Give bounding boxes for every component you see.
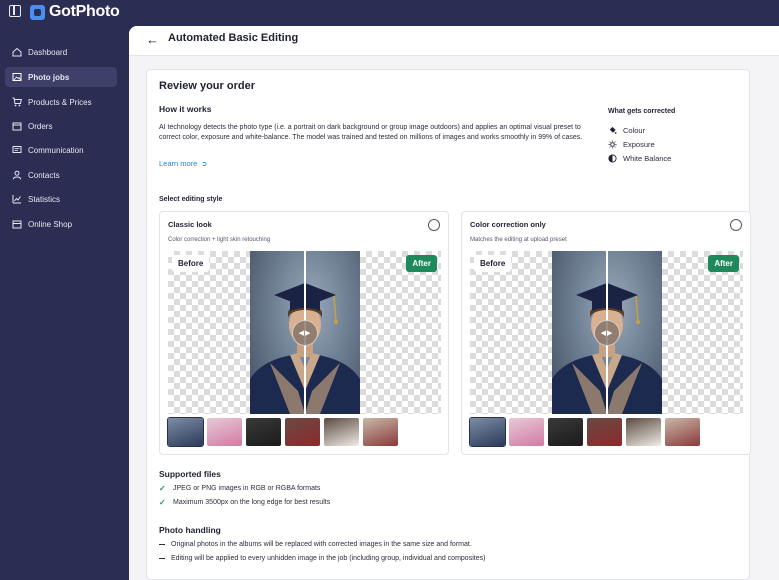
correction-item-colour: Colour	[608, 126, 645, 135]
photo-handling-item: Original photos in the albums will be re…	[159, 541, 472, 548]
thumbnail[interactable]	[324, 418, 359, 446]
sidebar-item-label: Orders	[28, 121, 53, 131]
sidebar-item-communication[interactable]: Communication	[5, 140, 117, 160]
thumbnail[interactable]	[246, 418, 281, 446]
review-card: Review your order How it works AI techno…	[146, 69, 751, 580]
supported-file-item: ✓ JPEG or PNG images in RGB or RGBA form…	[159, 484, 320, 493]
option-color-correction-only[interactable]: Color correction only Matches the editin…	[461, 211, 751, 455]
logo-mark-icon	[30, 4, 45, 20]
check-icon: ✓	[159, 498, 166, 507]
sidebar-item-label: Communication	[28, 145, 84, 155]
page-header: ← Automated Basic Editing	[129, 26, 779, 56]
paint-bucket-icon	[608, 126, 617, 135]
compare-handle-icon[interactable]: ◀▶	[292, 320, 318, 346]
sidebar-item-statistics[interactable]: Statistics	[5, 189, 117, 209]
sidebar-item-label: Dashboard	[28, 47, 68, 57]
back-arrow-icon[interactable]: ←	[146, 32, 159, 47]
what-gets-corrected-title: What gets corrected	[608, 108, 676, 115]
thumbnail[interactable]	[285, 418, 320, 446]
sidebar-item-label: Products & Prices	[28, 97, 92, 107]
select-editing-style-title: Select editing style	[159, 196, 223, 203]
message-icon	[12, 145, 22, 155]
thumbnail[interactable]	[167, 417, 204, 447]
supported-file-text: JPEG or PNG images in RGB or RGBA format…	[173, 485, 321, 492]
before-label: Before	[172, 255, 210, 272]
option-subtitle: Matches the editing at upload preset	[470, 237, 567, 243]
option-subtitle: Color correction + light skin retouching	[168, 237, 271, 243]
option-classic-look[interactable]: Classic look Color correction + light sk…	[159, 211, 449, 455]
radio-button[interactable]	[730, 219, 742, 231]
sidebar-item-label: Online Shop	[28, 219, 73, 229]
supported-file-item: ✓ Maximum 3500px on the long edge for be…	[159, 498, 330, 507]
how-it-works-text: AI technology detects the photo type (i.…	[159, 124, 583, 141]
photo-handling-title: Photo handling	[159, 525, 221, 535]
logo-text: GotPhoto	[49, 3, 120, 20]
correction-label: Colour	[623, 126, 646, 135]
store-icon	[12, 219, 22, 229]
image-icon	[12, 72, 22, 82]
after-label: After	[406, 255, 437, 272]
sidebar-item-dashboard[interactable]: Dashboard	[5, 42, 117, 62]
external-link-icon: ➲	[201, 160, 208, 168]
sidebar-item-label: Photo jobs	[28, 72, 70, 82]
home-icon	[12, 47, 22, 57]
contrast-icon	[608, 154, 617, 163]
check-icon: ✓	[159, 484, 166, 493]
supported-file-text: Maximum 3500px on the long edge for best…	[173, 499, 331, 506]
sidebar: Dashboard Photo jobs Products & Prices O…	[0, 26, 129, 580]
sidebar-item-orders[interactable]: Orders	[5, 116, 117, 136]
sidebar-item-label: Statistics	[28, 194, 61, 204]
thumbnail[interactable]	[665, 418, 700, 446]
cart-icon	[12, 97, 22, 107]
page-title: Automated Basic Editing	[168, 32, 299, 44]
sidebar-item-online-shop[interactable]: Online Shop	[5, 214, 117, 234]
thumbnail[interactable]	[626, 418, 661, 446]
thumbnail[interactable]	[509, 418, 544, 446]
dash-icon	[159, 543, 165, 546]
sidebar-item-photo-jobs[interactable]: Photo jobs	[5, 67, 117, 87]
main-content: ← Automated Basic Editing Review your or…	[129, 26, 779, 580]
review-title: Review your order	[159, 80, 255, 92]
sidebar-item-contacts[interactable]: Contacts	[5, 165, 117, 185]
sidebar-toggle-icon[interactable]	[9, 5, 21, 17]
learn-more-label: Learn more	[159, 159, 198, 168]
thumbnail[interactable]	[548, 418, 583, 446]
photo-handling-item: Editing will be applied to every unhidde…	[159, 555, 485, 562]
top-bar: GotPhoto	[0, 0, 779, 26]
user-icon	[12, 170, 22, 180]
sidebar-item-products-prices[interactable]: Products & Prices	[5, 92, 117, 112]
before-after-compare: ◀▶ Before After	[470, 251, 743, 414]
radio-button[interactable]	[428, 219, 440, 231]
thumbnail-strip	[469, 417, 700, 447]
before-label: Before	[474, 255, 512, 272]
compare-handle-icon[interactable]: ◀▶	[594, 320, 620, 346]
sidebar-item-label: Contacts	[28, 170, 60, 180]
before-after-compare: ◀▶ Before After	[168, 251, 441, 414]
sun-icon	[608, 140, 617, 149]
how-it-works-title: How it works	[159, 104, 212, 114]
thumbnail-strip	[167, 417, 398, 447]
option-title: Classic look	[168, 220, 212, 229]
learn-more-link[interactable]: Learn more ➲	[159, 159, 207, 168]
supported-files-title: Supported files	[159, 469, 221, 479]
option-title: Color correction only	[470, 220, 546, 229]
chart-icon	[12, 194, 22, 204]
dash-icon	[159, 557, 165, 560]
photo-handling-text: Editing will be applied to every unhidde…	[171, 555, 486, 562]
thumbnail[interactable]	[363, 418, 398, 446]
correction-label: Exposure	[623, 140, 655, 149]
thumbnail[interactable]	[207, 418, 242, 446]
after-label: After	[708, 255, 739, 272]
thumbnail[interactable]	[469, 417, 506, 447]
box-icon	[12, 121, 22, 131]
photo-handling-text: Original photos in the albums will be re…	[171, 541, 472, 548]
correction-label: White Balance	[623, 154, 672, 163]
thumbnail[interactable]	[587, 418, 622, 446]
logo[interactable]: GotPhoto	[30, 3, 120, 21]
correction-item-white-balance: White Balance	[608, 154, 671, 163]
correction-item-exposure: Exposure	[608, 140, 655, 149]
